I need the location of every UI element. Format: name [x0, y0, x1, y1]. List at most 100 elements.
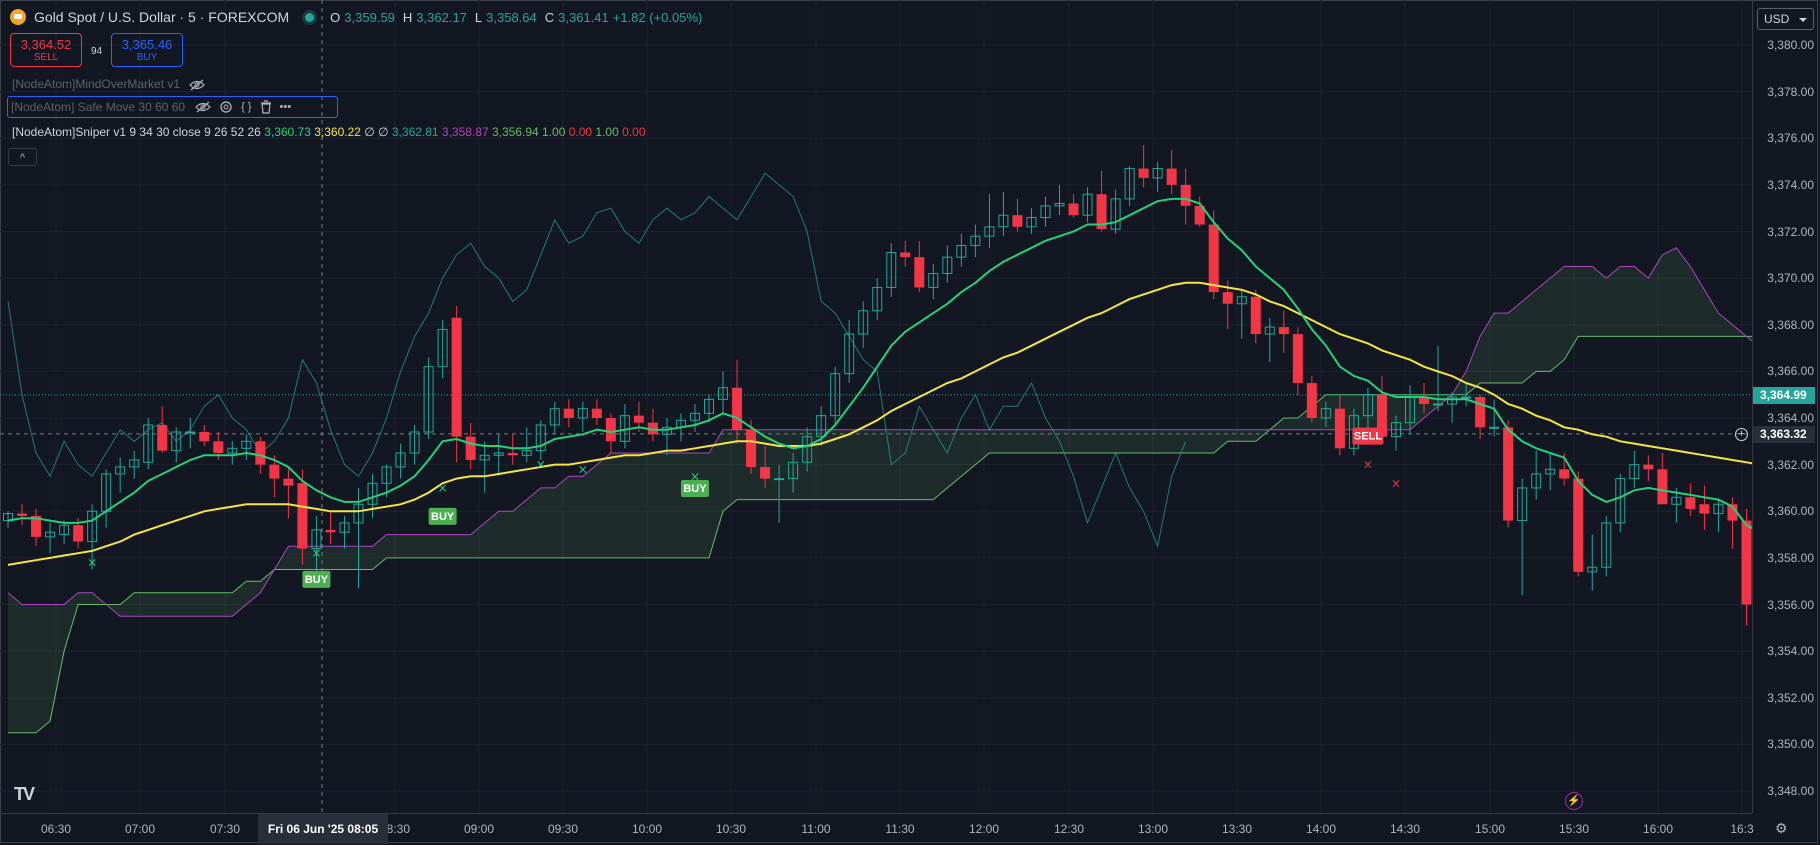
time-tick: 14:30 — [1389, 822, 1421, 836]
price-tick: 3,362.00 — [1767, 457, 1814, 472]
close-label: C — [544, 9, 555, 25]
chart-settings-icon[interactable]: ⚙ — [1775, 820, 1788, 837]
candle-body — [563, 408, 574, 418]
candle-body — [1461, 396, 1472, 399]
signal-cross-icon: × — [311, 546, 321, 560]
candle-body — [17, 513, 28, 516]
lightning-icon[interactable]: ⚡ — [1565, 792, 1583, 810]
candle-body — [73, 525, 84, 542]
price-axis[interactable]: 3,380.00 3,378.00 3,376.00 3,374.00 3,372.00… — [1752, 0, 1820, 813]
price-tick: 3,374.00 — [1767, 177, 1814, 192]
signal-cross-icon: × — [536, 458, 546, 472]
candle-body — [1292, 334, 1303, 384]
hidden-eye-icon[interactable] — [189, 79, 206, 91]
time-tick: 15:30 — [1558, 822, 1590, 836]
candle-body — [199, 431, 210, 442]
tradingview-logo[interactable]: TV — [14, 784, 35, 805]
open-value: 3,359.59 — [344, 9, 395, 25]
collapse-legend-button[interactable]: ^ — [8, 148, 37, 166]
indicator-safemove[interactable]: [NodeAtom] Safe Move 30 60 60 { } ••• — [7, 96, 338, 118]
buy-signal-label: BUY — [431, 511, 455, 523]
signal-cross-icon: × — [1363, 458, 1373, 472]
candle-body — [1334, 408, 1345, 449]
candle-body — [591, 408, 602, 418]
add-alert-icon[interactable]: + — [1735, 427, 1748, 441]
candle-body — [732, 387, 743, 430]
candle-body — [157, 424, 168, 451]
buy-signal-label: BUY — [683, 483, 707, 495]
candle-body — [507, 452, 518, 456]
sell-price: 3,364.52 — [20, 37, 72, 52]
candle-body — [269, 464, 280, 479]
more-options-icon[interactable]: ••• — [280, 101, 292, 113]
delete-icon[interactable] — [260, 100, 272, 114]
candle-body — [1559, 469, 1570, 479]
candle-body — [1475, 397, 1486, 428]
price-tick: 3,378.00 — [1767, 84, 1814, 99]
candle-body — [1433, 403, 1444, 406]
candle-body — [325, 529, 336, 533]
low-label: L — [474, 9, 483, 25]
price-chart[interactable]: ×××× × ××××BUYBUYBUYSELL — [0, 0, 1752, 813]
price-tick: 3,364.00 — [1767, 411, 1814, 425]
indicator-value: 0.00 — [565, 125, 593, 139]
candle-body — [746, 429, 757, 467]
candle-body — [297, 483, 308, 549]
candle-body — [451, 317, 462, 437]
market-open-icon — [305, 12, 315, 22]
buy-price: 3,365.46 — [121, 37, 173, 52]
indicator-value: 3,362.81 — [388, 125, 439, 139]
time-tick: 13:30 — [1221, 822, 1253, 836]
indicator-mindovermarket[interactable]: [NodeAtom]MindOverMarket v1 — [12, 77, 206, 91]
candle-body — [213, 441, 224, 453]
low-value: 3,358.64 — [486, 9, 537, 25]
price-tick: 3,368.00 — [1767, 317, 1814, 332]
currency-selector[interactable]: USD — [1757, 8, 1814, 30]
time-tick: 11:30 — [885, 822, 915, 836]
indicator-sniper[interactable]: [NodeAtom]Sniper v1 9 34 30 close 9 26 5… — [12, 125, 646, 139]
indicator-value: 0.00 — [618, 125, 646, 139]
time-tick: 07:00 — [124, 822, 156, 836]
price-tick: 3,348.00 — [1767, 784, 1814, 798]
candle-body — [283, 478, 294, 486]
indicator-value: 3,358.87 — [438, 125, 489, 139]
candle-body — [1643, 464, 1654, 470]
price-tick: 3,354.00 — [1767, 644, 1814, 659]
indicator-name: [NodeAtom]Sniper v1 9 34 30 close 9 26 5… — [12, 125, 261, 139]
buy-signal-label: BUY — [305, 574, 329, 586]
candle-body — [760, 466, 771, 479]
time-tick: 12:30 — [1053, 822, 1085, 836]
indicator-name: [NodeAtom]MindOverMarket v1 — [12, 77, 181, 91]
signal-cross-icon: × — [578, 462, 588, 476]
close-value: 3,361.41 — [558, 9, 609, 25]
settings-icon[interactable] — [219, 100, 233, 114]
high-label: H — [402, 9, 413, 25]
sell-label: SELL — [33, 52, 59, 63]
high-value: 3,362.17 — [416, 9, 467, 25]
candle-body — [605, 418, 616, 442]
price-tick: 3,360.00 — [1767, 504, 1814, 519]
time-tick: 11:00 — [801, 822, 831, 836]
time-tick: 10:00 — [631, 822, 663, 836]
hidden-eye-icon[interactable] — [195, 101, 211, 113]
candle-body — [1489, 426, 1500, 429]
sell-button[interactable]: 3,364.52 SELL — [10, 33, 82, 67]
indicator-value: 1.00 — [538, 125, 566, 139]
source-code-icon[interactable]: { } — [241, 101, 251, 113]
indicator-value: 3,360.22 — [310, 125, 361, 139]
symbol-title[interactable]: Gold Spot / U.S. Dollar · 5 · FOREXCOM — [34, 9, 289, 25]
time-tick: 15:00 — [1474, 822, 1506, 836]
crosshair-price-label: 3,363.32 — [1753, 425, 1815, 443]
buy-button[interactable]: 3,365.46 BUY — [111, 33, 183, 67]
candle-body — [1699, 504, 1710, 514]
chart-pane[interactable]: × × × × × × × × × BUY BUY BUY SELL — [0, 0, 1752, 813]
price-tick: 3,352.00 — [1767, 690, 1814, 705]
current-price-label: 3,364.99 — [1753, 386, 1815, 404]
candle-body — [1741, 520, 1752, 605]
candle-body — [1012, 215, 1023, 227]
time-tick: 12:00 — [968, 822, 1000, 836]
price-tick: 3,350.00 — [1767, 737, 1814, 752]
candle-body — [1068, 203, 1079, 216]
candle-body — [633, 415, 644, 423]
candle-body — [1278, 327, 1289, 335]
